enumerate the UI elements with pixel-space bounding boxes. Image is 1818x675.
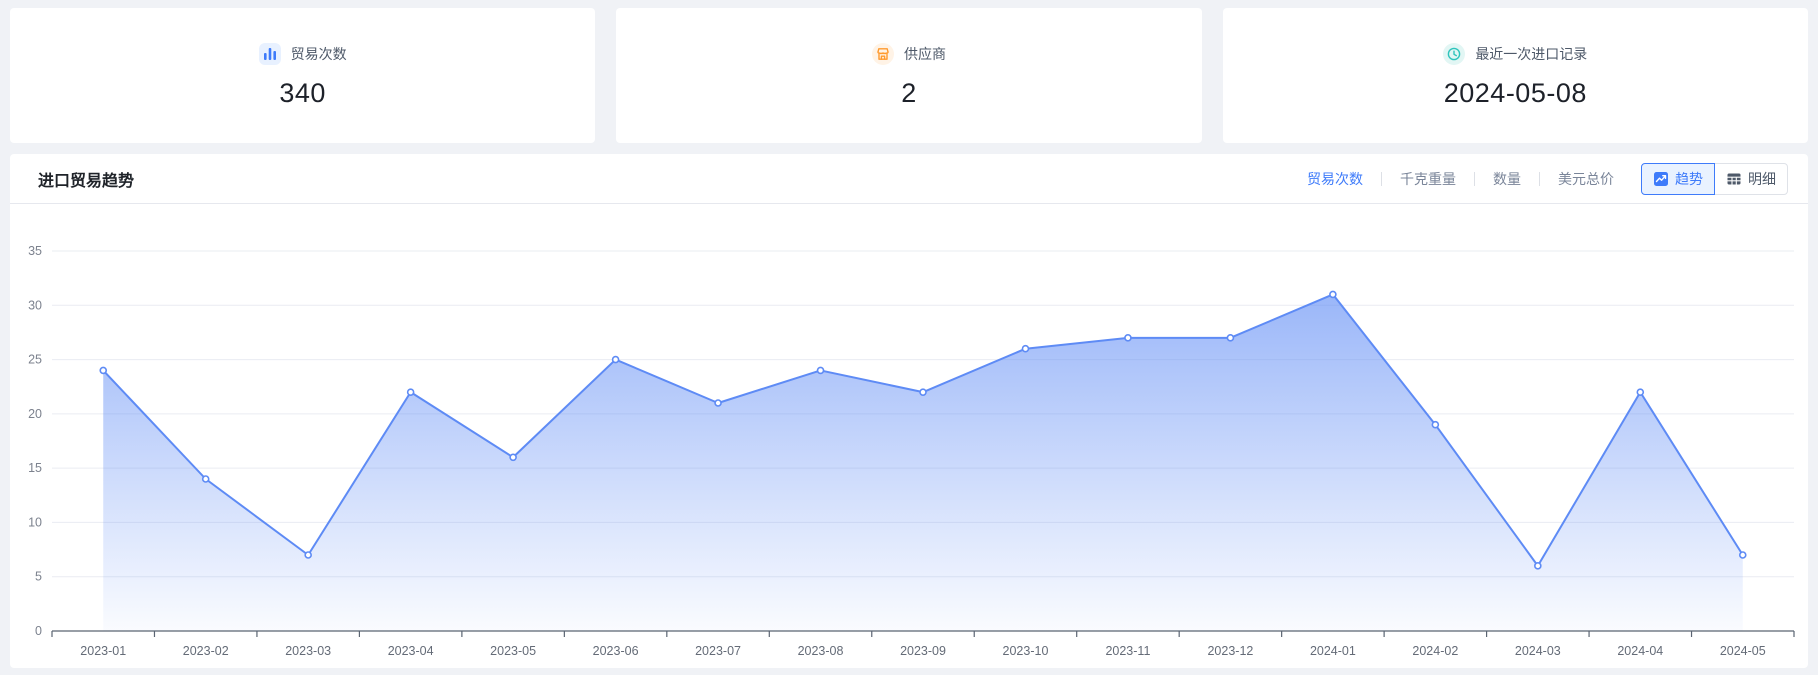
tab-quantity[interactable]: 数量 [1493,169,1521,189]
tab-separator [1474,172,1475,186]
svg-text:2023-07: 2023-07 [695,644,741,658]
stat-card-last-import: 最近一次进口记录 2024-05-08 [1223,8,1808,143]
shop-icon [872,43,894,65]
tab-kg-weight[interactable]: 千克重量 [1400,169,1456,189]
trend-view-label: 趋势 [1675,169,1703,189]
svg-text:2023-11: 2023-11 [1105,644,1150,658]
svg-text:2024-03: 2024-03 [1515,644,1561,658]
svg-text:2024-05: 2024-05 [1720,644,1766,658]
stat-value-trade-count: 340 [279,78,326,109]
detail-view-label: 明细 [1748,169,1776,189]
stat-card-trade-count: 贸易次数 340 [10,8,595,143]
chart-controls: 贸易次数 千克重量 数量 美元总价 趋势 [1307,163,1788,195]
stat-label: 最近一次进口记录 [1475,44,1587,64]
svg-text:2023-06: 2023-06 [593,644,639,658]
svg-text:2024-02: 2024-02 [1412,644,1458,658]
trend-chart-icon [1653,171,1669,187]
svg-text:10: 10 [28,515,42,529]
svg-text:15: 15 [28,461,42,475]
svg-text:2023-05: 2023-05 [490,644,536,658]
detail-view-button[interactable]: 明细 [1714,163,1788,195]
svg-text:20: 20 [28,407,42,421]
stat-label: 供应商 [904,44,946,64]
import-trend-chart[interactable]: 0 5 10 15 20 25 30 35 2023-01 2023-02 2023-03 2023-… [10,205,1808,668]
svg-text:0: 0 [35,624,42,638]
stat-value-suppliers: 2 [901,78,917,109]
tab-trade-count[interactable]: 贸易次数 [1307,169,1363,189]
tab-separator [1381,172,1382,186]
chart-title: 进口贸易趋势 [38,167,134,191]
stats-row: 贸易次数 340 供应商 2 最 [10,8,1808,143]
svg-text:2023-04: 2023-04 [388,644,434,658]
table-icon [1726,171,1742,187]
bar-chart-icon [259,43,281,65]
svg-text:2023-02: 2023-02 [183,644,229,658]
svg-text:2023-09: 2023-09 [900,644,946,658]
svg-text:25: 25 [28,353,42,367]
tab-separator [1539,172,1540,186]
tab-usd-total[interactable]: 美元总价 [1558,169,1614,189]
svg-text:35: 35 [28,244,42,258]
svg-text:2023-08: 2023-08 [798,644,844,658]
stat-value-last-import: 2024-05-08 [1444,78,1587,109]
stat-card-suppliers: 供应商 2 [616,8,1201,143]
svg-text:5: 5 [35,570,42,584]
chart-body: 0 5 10 15 20 25 30 35 2023-01 2023-02 2023-03 2023-… [10,205,1808,668]
svg-text:2023-01: 2023-01 [80,644,126,658]
trend-view-button[interactable]: 趋势 [1641,163,1715,195]
svg-text:2023-12: 2023-12 [1207,644,1253,658]
svg-text:2023-03: 2023-03 [285,644,331,658]
svg-text:2024-04: 2024-04 [1617,644,1663,658]
clock-icon [1443,43,1465,65]
svg-text:2024-01: 2024-01 [1310,644,1356,658]
chart-header: 进口贸易趋势 贸易次数 千克重量 数量 美元总价 趋势 [10,154,1808,204]
view-toggle-group: 趋势 明细 [1641,163,1788,195]
import-trend-card: 进口贸易趋势 贸易次数 千克重量 数量 美元总价 趋势 [10,154,1808,668]
svg-text:2023-10: 2023-10 [1003,644,1049,658]
svg-text:30: 30 [28,298,42,312]
stat-label: 贸易次数 [291,44,347,64]
